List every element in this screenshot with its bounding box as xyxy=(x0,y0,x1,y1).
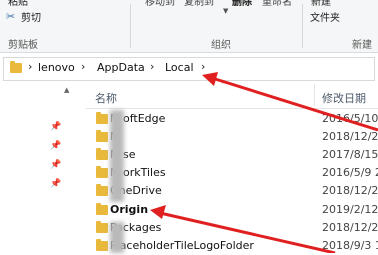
clipboard-group-label: 剪贴板 xyxy=(8,40,38,51)
address-bar[interactable]: › lenovo › AppData › Local › xyxy=(3,57,375,81)
folder-icon xyxy=(96,148,108,160)
breadcrumb-separator: › xyxy=(201,60,206,73)
file-row[interactable]: M orkTiles 2016/5/9 2 xyxy=(86,164,378,182)
file-date: 2017/8/15 xyxy=(322,148,378,161)
new-item-button[interactable]: 新建 xyxy=(311,0,331,9)
folder-icon xyxy=(96,203,108,215)
breadcrumb-local[interactable]: Local xyxy=(165,61,194,75)
pin-icon[interactable]: 📌 xyxy=(50,179,61,189)
file-row[interactable]: OneDrive 2018/12/20 xyxy=(86,182,378,200)
ribbon-separator xyxy=(302,4,303,48)
pin-icon[interactable]: 📌 xyxy=(50,160,61,170)
cut-label: 剪切 xyxy=(21,13,41,24)
breadcrumb-lenovo[interactable]: lenovo xyxy=(38,61,75,75)
folder-icon xyxy=(96,239,108,251)
file-date: 2018/12/20 xyxy=(322,130,378,143)
file-row-origin[interactable]: Origin 2019/2/12 xyxy=(86,201,378,219)
copy-to-button[interactable]: 复制到 xyxy=(184,0,214,9)
column-date-modified[interactable]: 修改日期 xyxy=(322,90,366,106)
delete-button[interactable]: 删除 xyxy=(232,0,252,9)
paste-button[interactable]: 粘贴 xyxy=(8,0,28,9)
column-header: ^ 名称 修改日期 xyxy=(86,81,378,109)
file-row[interactable]: Packages 2018/12/20 xyxy=(86,219,378,237)
chevron-down-icon[interactable]: ▼ xyxy=(223,7,228,15)
column-divider[interactable] xyxy=(314,84,315,106)
ribbon: 粘贴 剪切 剪贴板 移动到 复制到 删除 ▼ 重命名 组织 新建 文件夹 新建 xyxy=(0,0,378,53)
file-name: PlaceholderTileLogoFolder xyxy=(110,239,254,252)
rename-button[interactable]: 重命名 xyxy=(262,0,292,9)
new-folder-button[interactable]: 文件夹 xyxy=(310,13,340,25)
file-row[interactable]: M oftEdge 2016/5/10 xyxy=(86,110,378,128)
breadcrumb-separator: › xyxy=(81,60,86,73)
file-date: 2016/5/10 xyxy=(322,112,378,125)
file-date: 2018/12/20 xyxy=(322,221,378,234)
navigation-pane: 📌 📌 📌 📌 xyxy=(0,82,78,253)
cut-button[interactable]: 剪切 xyxy=(6,11,41,25)
scroll-up-icon[interactable]: ▲ xyxy=(64,86,69,94)
new-group-label: 新建 xyxy=(352,40,372,51)
folder-icon xyxy=(10,61,22,73)
folder-icon xyxy=(96,221,108,233)
pin-icon[interactable]: 📌 xyxy=(50,141,61,151)
folder-icon xyxy=(96,184,108,196)
file-date: 2018/9/3 1 xyxy=(322,239,378,252)
breadcrumb-appdata[interactable]: AppData xyxy=(97,61,145,75)
sort-up-icon: ^ xyxy=(221,81,227,89)
redaction-blur xyxy=(110,110,124,202)
file-date: 2019/2/12 xyxy=(322,203,378,216)
file-date: 2016/5/9 2 xyxy=(322,166,378,179)
pin-icon[interactable]: 📌 xyxy=(50,122,61,132)
ribbon-separator xyxy=(130,4,131,48)
file-row[interactable]: PlaceholderTileLogoFolder 2018/9/3 1 xyxy=(86,237,378,255)
file-name: Origin xyxy=(110,203,149,216)
organize-group-label: 组织 xyxy=(211,40,231,51)
column-name[interactable]: 名称 xyxy=(95,90,117,106)
move-to-button[interactable]: 移动到 xyxy=(145,0,175,9)
redaction-blur xyxy=(110,222,124,253)
folder-icon xyxy=(96,112,108,124)
file-row[interactable]: M 2018/12/20 xyxy=(86,128,378,146)
breadcrumb-separator: › xyxy=(150,60,155,73)
folder-icon xyxy=(96,130,108,142)
file-row[interactable]: M se 2017/8/15 xyxy=(86,146,378,164)
breadcrumb-separator: › xyxy=(28,60,33,73)
file-date: 2018/12/20 xyxy=(322,184,378,197)
folder-icon xyxy=(96,166,108,178)
scissors-icon xyxy=(6,11,18,25)
